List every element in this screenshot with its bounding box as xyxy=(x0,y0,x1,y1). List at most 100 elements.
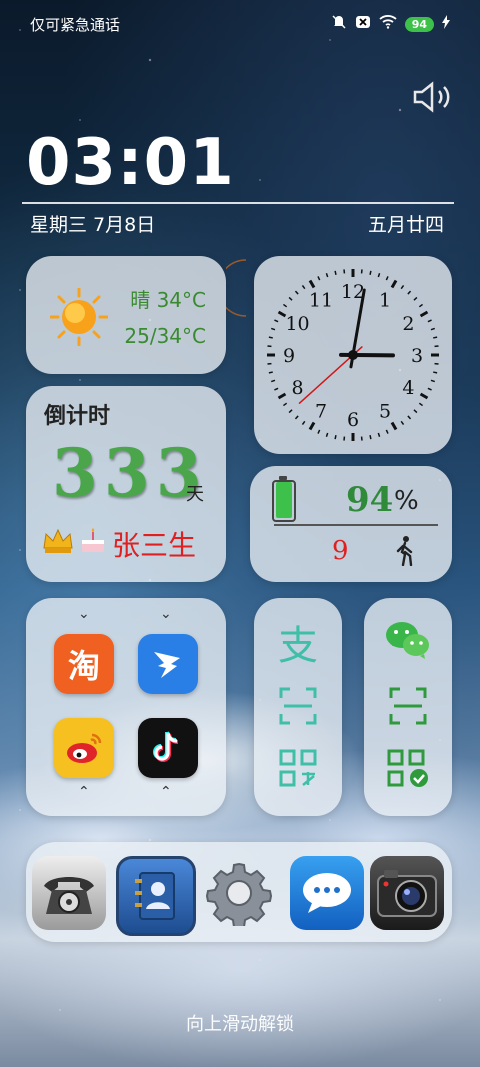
weather-condition: 晴 34°C xyxy=(130,288,206,312)
battery-level-badge: 94 xyxy=(404,16,434,32)
alipay-icon[interactable]: 支 xyxy=(274,618,322,669)
clock-numeral: 5 xyxy=(379,400,391,422)
clock-tick xyxy=(301,420,306,426)
clock-tick xyxy=(277,310,287,318)
clock-tick xyxy=(413,409,418,414)
chevron-down-icon[interactable]: ⌄ xyxy=(78,606,90,622)
cake-icon xyxy=(78,526,108,563)
chevron-up-icon[interactable]: ⌃ xyxy=(160,784,172,800)
clock-tick xyxy=(268,371,273,374)
clock-tick xyxy=(274,387,279,391)
clock-tick xyxy=(288,296,293,301)
analog-clock-face: 1234567891011 12 xyxy=(267,269,439,441)
countdown-title: 倒计时 xyxy=(44,404,111,429)
taobao-app-icon[interactable]: 淘 xyxy=(54,634,114,694)
wifi-icon xyxy=(379,15,397,33)
alipay-scan-icon[interactable] xyxy=(274,682,322,730)
weather-widget[interactable]: 晴 34°C 25/34°C xyxy=(26,256,226,374)
clock-tick xyxy=(282,303,288,308)
clock-tick xyxy=(419,310,429,318)
camera-app-icon[interactable] xyxy=(370,856,444,930)
clock-numeral: 3 xyxy=(411,345,423,367)
chevron-down-icon[interactable]: ⌄ xyxy=(160,606,172,622)
wechat-icon[interactable] xyxy=(384,616,432,664)
sun-icon xyxy=(50,288,108,346)
clock-tick xyxy=(334,435,337,440)
clock-tick xyxy=(430,379,436,383)
dingtalk-app-icon[interactable] xyxy=(138,634,198,694)
charging-icon xyxy=(442,15,450,33)
status-bar: 仅可紧急通话 94 xyxy=(30,12,450,36)
clock-tick xyxy=(301,284,306,290)
clock-tick xyxy=(430,327,436,331)
battery-widget[interactable]: 94 % 9 xyxy=(250,466,452,582)
divider xyxy=(274,524,438,526)
clock-tick xyxy=(288,409,293,414)
clock-tick xyxy=(385,276,389,281)
clock-tick xyxy=(270,327,276,331)
clock-tick xyxy=(277,392,287,400)
clock-tick xyxy=(413,296,418,301)
douyin-app-icon[interactable] xyxy=(138,718,198,778)
clock-numeral: 8 xyxy=(292,377,304,399)
clock-tick xyxy=(369,435,372,440)
alipay-shortcuts: 支 xyxy=(254,598,342,816)
clock-tick xyxy=(385,429,389,434)
clock-tick xyxy=(377,272,381,278)
countdown-widget[interactable]: 倒计时 333 天 张三生 xyxy=(26,386,226,582)
clock-tick xyxy=(400,284,405,290)
clock-tick xyxy=(317,276,321,281)
clock-tick xyxy=(308,421,316,431)
analog-clock-widget[interactable]: 1 2 3 4 5 6 7 8 9 10 11 12 xyxy=(254,256,452,454)
alipay-payment-code-icon[interactable] xyxy=(274,744,322,792)
messages-app-icon[interactable] xyxy=(290,856,364,930)
weibo-app-icon[interactable] xyxy=(54,718,114,778)
battery-unit: % xyxy=(394,486,419,516)
clock-numeral: 11 xyxy=(309,290,333,312)
clock-tick xyxy=(390,421,398,431)
clock-numeral: 1 xyxy=(379,290,391,312)
phone-app-icon[interactable] xyxy=(32,856,106,930)
countdown-event: 张三生 xyxy=(42,524,196,564)
clock-tick xyxy=(268,336,273,339)
app-folder-widget: ⌄ ⌄ 淘 ⌃ ⌃ xyxy=(26,598,226,816)
speaker-icon[interactable] xyxy=(412,80,456,114)
lunar-date: 五月廿四 xyxy=(367,214,444,236)
clock-numeral: 7 xyxy=(315,400,327,422)
clock-tick xyxy=(418,402,424,407)
mute-icon xyxy=(331,14,347,34)
dock xyxy=(26,842,452,942)
clock-tick xyxy=(325,432,329,438)
wechat-payment-code-icon[interactable] xyxy=(384,744,432,792)
clock-numeral: 2 xyxy=(402,313,414,335)
clock-numeral: 4 xyxy=(402,377,414,399)
no-sim-icon xyxy=(355,14,371,34)
clock-tick xyxy=(282,402,288,407)
clock-tick xyxy=(270,379,276,383)
battery-icon xyxy=(272,476,296,522)
step-count: 9 xyxy=(332,536,349,566)
status-icons: 94 xyxy=(331,14,450,34)
wechat-scan-icon[interactable] xyxy=(384,682,432,730)
clock-tick xyxy=(377,432,381,438)
clock-tick xyxy=(418,303,424,308)
clock-tick xyxy=(325,272,329,278)
clock-tick xyxy=(294,290,299,295)
contacts-app-icon[interactable] xyxy=(116,856,196,936)
settings-app-icon[interactable] xyxy=(202,856,276,930)
clock-tick xyxy=(308,279,316,289)
clock-tick xyxy=(334,270,337,275)
clock-tick xyxy=(427,387,432,391)
walking-icon xyxy=(396,536,413,566)
divider xyxy=(22,202,454,204)
clock-tick xyxy=(419,392,429,400)
temperature-range: 25/34°C xyxy=(124,324,206,348)
chevron-up-icon[interactable]: ⌃ xyxy=(78,784,90,800)
countdown-name: 张三生 xyxy=(112,529,197,562)
clock-tick xyxy=(433,336,438,339)
clock-tick xyxy=(407,415,412,420)
clock-tick xyxy=(427,319,432,323)
countdown-days: 333 xyxy=(52,434,208,512)
clock-tick xyxy=(294,415,299,420)
crown-icon xyxy=(42,528,74,561)
